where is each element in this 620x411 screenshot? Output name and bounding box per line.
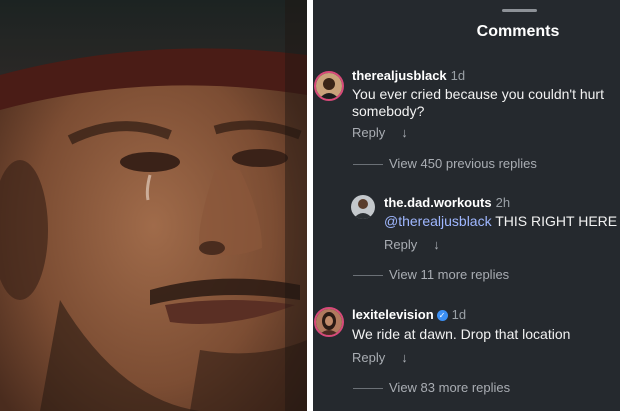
thread-line-icon [353, 164, 383, 166]
comments-panel: Comments therealjusblack 1d You ever crie… [313, 0, 620, 411]
reply-button[interactable]: Reply [352, 125, 385, 140]
view-more-replies-link[interactable]: View 11 more replies [389, 267, 509, 282]
drag-handle[interactable] [502, 9, 537, 12]
thread-line-icon [353, 388, 383, 390]
avatar-therealjusblack[interactable] [314, 71, 344, 101]
comment-text: You ever cried because you couldn't hurt… [352, 86, 604, 120]
mention-link[interactable]: @therealjusblack [384, 213, 492, 229]
view-previous-replies-link[interactable]: View 450 previous replies [389, 156, 537, 171]
down-arrow-icon[interactable]: ↓ [401, 125, 408, 140]
comment-time: 1d [450, 68, 466, 83]
avatar-the-dad-workouts[interactable] [351, 195, 375, 219]
crying-man-photo [0, 0, 307, 411]
verified-badge-icon: ✓ [436, 310, 448, 321]
comment-text-line: You ever cried because you couldn't hurt [352, 86, 604, 102]
comment-text: We ride at dawn. Drop that location [352, 326, 571, 342]
reply-button[interactable]: Reply [352, 350, 385, 365]
comment-text: @therealjusblack THIS RIGHT HERE [384, 213, 617, 230]
reply-button[interactable]: Reply [384, 237, 417, 252]
comment-time: 2h [495, 195, 511, 210]
comment-username[interactable]: the.dad.workouts [384, 195, 492, 210]
avatar-lexitelevision[interactable] [314, 307, 344, 337]
down-arrow-icon[interactable]: ↓ [433, 237, 440, 252]
comment-username[interactable]: lexitelevision [352, 307, 434, 322]
down-arrow-icon[interactable]: ↓ [401, 350, 408, 365]
comment-text-body: THIS RIGHT HERE [491, 213, 618, 229]
thread-line-icon [353, 275, 383, 277]
comments-title: Comments [476, 23, 560, 40]
view-more-replies-link[interactable]: View 83 more replies [389, 380, 510, 395]
comment-text-line: somebody? [352, 103, 425, 119]
comment-username[interactable]: therealjusblack [352, 68, 447, 83]
comment-time: 1d [451, 307, 467, 322]
